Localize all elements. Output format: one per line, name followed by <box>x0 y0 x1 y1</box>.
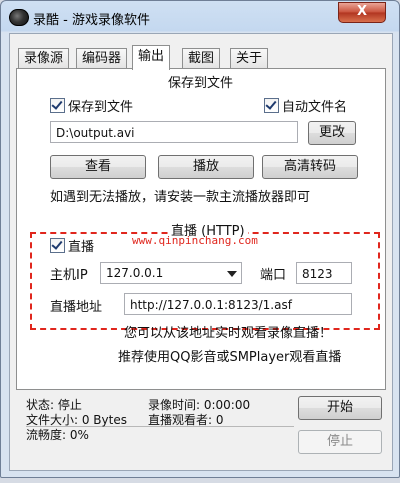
chevron-down-icon <box>227 271 237 277</box>
title-bar[interactable]: 录酷 - 游戏录像软件 X <box>1 1 399 33</box>
port-input[interactable]: 8123 <box>296 262 352 284</box>
change-path-button[interactable]: 更改 <box>308 121 356 145</box>
main-window: 录酷 - 游戏录像软件 X 录像源 编码器 输出 截图 关于 保存到文件 保存到… <box>0 0 400 478</box>
live-info-line2: 推荐使用QQ影音或SMPlayer观看直播 <box>118 350 342 365</box>
live-address-label: 直播地址 <box>50 300 103 315</box>
save-to-file-label: 保存到文件 <box>68 100 134 115</box>
tab-source[interactable]: 录像源 <box>18 48 70 69</box>
tab-encoder[interactable]: 编码器 <box>76 48 128 69</box>
save-group-title: 保存到文件 <box>168 76 234 91</box>
host-ip-label: 主机IP <box>50 268 88 283</box>
stop-button[interactable]: 停止 <box>298 430 382 454</box>
tab-screenshot[interactable]: 截图 <box>182 48 221 69</box>
tab-about[interactable]: 关于 <box>230 48 269 69</box>
auto-filename-label: 自动文件名 <box>282 100 348 115</box>
watermark-text: www.qinpinchang.com <box>132 234 258 247</box>
close-button[interactable]: X <box>338 2 386 23</box>
status-fluency: 流畅度: 0% <box>26 428 89 442</box>
tab-output[interactable]: 输出 <box>132 45 171 70</box>
app-icon <box>9 9 29 26</box>
view-button[interactable]: 查看 <box>50 155 146 179</box>
live-address-input[interactable]: http://127.0.0.1:8123/1.asf <box>124 293 352 315</box>
port-label: 端口 <box>260 268 287 283</box>
status-viewers: 直播观看者: 0 <box>148 413 224 427</box>
save-to-file-checkbox[interactable] <box>50 98 65 113</box>
live-checkbox[interactable] <box>50 238 65 253</box>
start-button[interactable]: 开始 <box>298 396 382 420</box>
hd-convert-button[interactable]: 高清转码 <box>262 155 358 179</box>
play-button[interactable]: 播放 <box>158 155 254 179</box>
live-label: 直播 <box>68 240 95 255</box>
host-ip-value: 127.0.0.1 <box>106 266 164 280</box>
auto-filename-checkbox[interactable] <box>264 98 279 113</box>
host-ip-select[interactable]: 127.0.0.1 <box>100 262 242 284</box>
window-title: 录酷 - 游戏录像软件 <box>33 13 150 28</box>
player-hint: 如遇到无法播放，请安装一款主流播放器即可 <box>50 190 311 205</box>
live-info-line1: 您可以从该地址实时观看录像直播！ <box>124 326 333 341</box>
output-path-input[interactable]: D:\output.avi <box>50 121 298 143</box>
client-area: 录像源 编码器 输出 截图 关于 保存到文件 保存到文件 自动文件名 D:\ou… <box>9 33 393 471</box>
